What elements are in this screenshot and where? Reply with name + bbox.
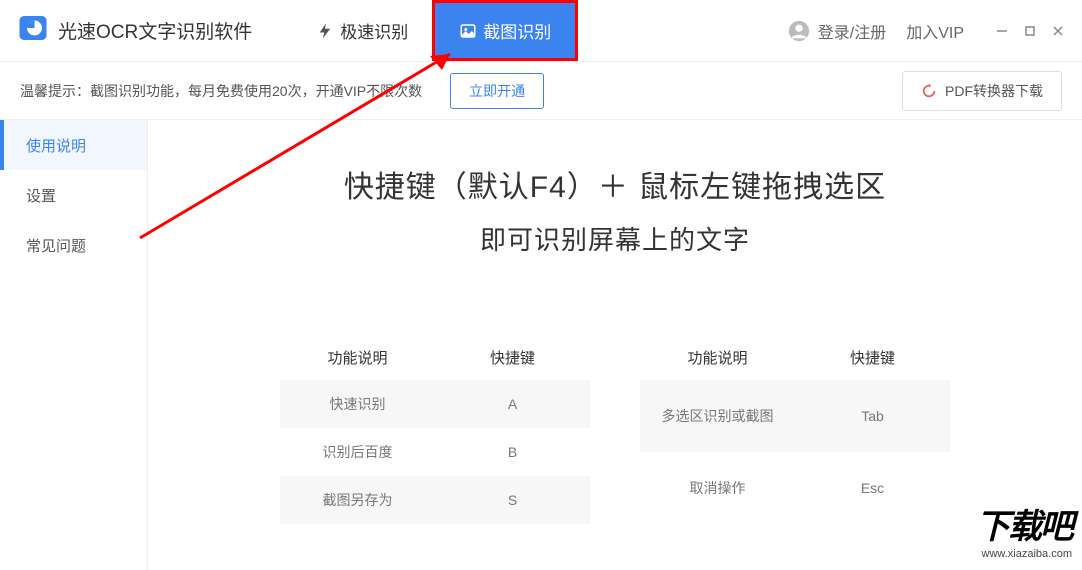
refresh-icon [921,83,937,99]
close-button[interactable] [1044,17,1072,45]
tip-text: 温馨提示：截图识别功能，每月免费使用20次，开通VIP不限次数 [20,81,422,101]
sidebar: 使用说明 设置 常见问题 [0,120,148,570]
app-header: 光速OCR文字识别软件 极速识别 截图识别 登录/注册 加入VIP [0,0,1082,62]
join-vip-link[interactable]: 加入VIP [906,19,964,43]
bolt-icon [316,22,334,40]
shortcuts-table-right: 功能说明 快捷键 多选区识别或截图Tab 取消操作Esc [640,335,950,524]
image-icon [459,22,477,40]
login-register-link[interactable]: 登录/注册 [788,19,886,43]
table-row: 快速识别A [280,380,590,428]
maximize-button[interactable] [1016,17,1044,45]
main-content: 快捷键（默认F4）＋ 鼠标左键拖拽选区 即可识别屏幕上的文字 功能说明 快捷键 … [148,120,1082,570]
user-icon [788,20,810,42]
table-row: 取消操作Esc [640,452,950,524]
watermark-url: www.xiazaiba.com [976,548,1072,560]
login-label: 登录/注册 [818,19,886,43]
table-header: 快捷键 [435,335,590,380]
watermark-logo: 下载吧 [976,499,1072,548]
sidebar-item-faq[interactable]: 常见问题 [0,220,147,270]
header-tabs: 极速识别 截图识别 [292,0,578,61]
table-row: 识别后百度B [280,428,590,476]
shortcuts-table-left: 功能说明 快捷键 快速识别A 识别后百度B 截图另存为S [280,335,590,524]
table-header: 功能说明 [280,335,435,380]
tab-label: 截图识别 [483,18,551,43]
tab-screenshot-ocr[interactable]: 截图识别 [432,0,578,61]
app-title: 光速OCR文字识别软件 [58,17,252,44]
table-header: 功能说明 [640,335,795,380]
open-vip-button[interactable]: 立即开通 [450,73,544,109]
tab-label: 极速识别 [340,18,408,43]
sidebar-item-instructions[interactable]: 使用说明 [0,120,147,170]
app-logo-icon [18,13,48,48]
tip-bar: 温馨提示：截图识别功能，每月免费使用20次，开通VIP不限次数 立即开通 PDF… [0,62,1082,120]
table-header: 快捷键 [795,335,950,380]
sidebar-item-settings[interactable]: 设置 [0,170,147,220]
page-heading-2: 即可识别屏幕上的文字 [188,220,1042,257]
page-heading-1: 快捷键（默认F4）＋ 鼠标左键拖拽选区 [188,162,1042,206]
table-row: 多选区识别或截图Tab [640,380,950,452]
tab-fast-ocr[interactable]: 极速识别 [292,0,432,61]
pdf-download-label: PDF转换器下载 [945,81,1043,101]
pdf-download-button[interactable]: PDF转换器下载 [902,71,1062,111]
table-row: 截图另存为S [280,476,590,524]
watermark: 下载吧 www.xiazaiba.com [976,499,1072,560]
minimize-button[interactable] [988,17,1016,45]
app-logo-area: 光速OCR文字识别软件 [18,13,252,48]
